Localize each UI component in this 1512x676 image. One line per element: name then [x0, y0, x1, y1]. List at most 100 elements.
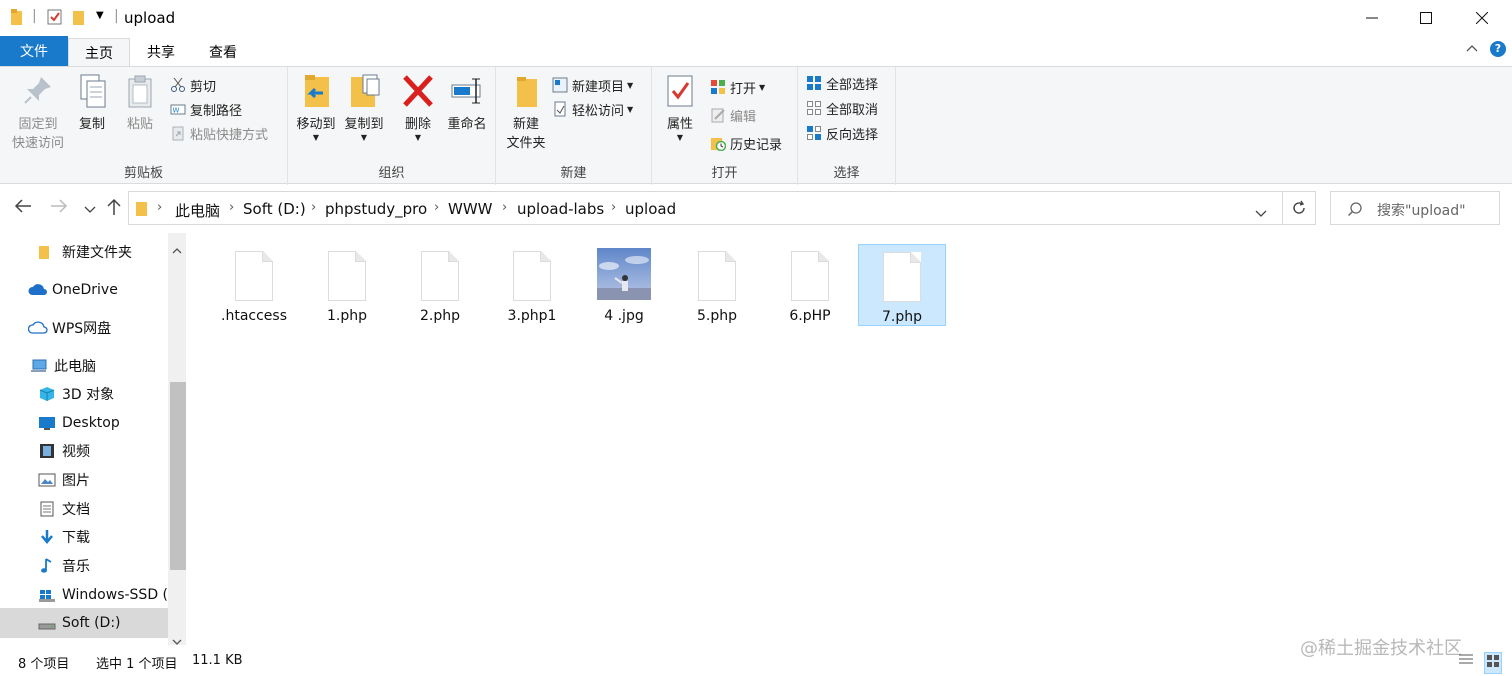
title-bar: | ▼ | upload — [0, 0, 1512, 36]
edit-button[interactable]: 编辑 — [710, 104, 756, 126]
breadcrumb-phpstudy-pro[interactable]: phpstudy_pro — [325, 200, 427, 218]
file-item[interactable]: .htaccess — [210, 244, 298, 326]
file-icon — [698, 251, 736, 301]
file-icon — [328, 251, 366, 301]
nav-item-soft-d[interactable]: Soft (D:) — [0, 608, 168, 638]
file-item[interactable]: 2.php — [396, 244, 484, 326]
nav-item-windows-ssd[interactable]: Windows-SSD ( — [38, 582, 168, 608]
file-item[interactable]: 5.php — [673, 244, 761, 326]
rename-button[interactable]: 重命名 — [442, 73, 492, 134]
separator: | — [114, 8, 119, 24]
search-input[interactable]: 搜索"upload" — [1377, 200, 1466, 220]
nav-item-pictures[interactable]: 图片 — [38, 467, 90, 493]
breadcrumb-soft-d[interactable]: Soft (D:) — [243, 200, 306, 218]
move-to-button[interactable]: 移动到 ▼ — [292, 73, 340, 142]
edit-icon — [710, 107, 726, 123]
history-button[interactable]: 历史记录 — [710, 132, 782, 154]
breadcrumb-separator-icon[interactable]: › — [502, 200, 507, 215]
nav-item-new-folder[interactable]: 新建文件夹 — [38, 239, 132, 265]
breadcrumb-separator-icon[interactable]: › — [311, 200, 316, 215]
copy-path-button[interactable]: W 复制路径 — [170, 98, 242, 120]
cube-3d-icon — [38, 386, 56, 402]
delete-button[interactable]: 删除 ▼ — [396, 73, 440, 142]
collapse-ribbon-icon[interactable] — [1466, 42, 1478, 57]
nav-item-documents[interactable]: 文档 — [38, 496, 90, 522]
item-count: 8 个项目 — [18, 657, 70, 672]
separator: | — [32, 8, 37, 24]
open-icon — [710, 79, 726, 95]
file-item[interactable]: 6.pHP — [766, 244, 854, 326]
nav-item-3d-objects[interactable]: 3D 对象 — [38, 381, 114, 407]
file-item-selected[interactable]: 7.php — [858, 244, 946, 326]
details-view-icon[interactable] — [1458, 652, 1474, 672]
breadcrumb-upload-labs[interactable]: upload-labs — [517, 200, 604, 218]
breadcrumb-separator-icon[interactable]: › — [434, 200, 439, 215]
easy-access-button[interactable]: 轻松访问 ▼ — [552, 98, 633, 120]
window-title: upload — [124, 9, 176, 27]
file-item[interactable]: 4 .jpg — [580, 244, 668, 326]
properties-button[interactable]: 属性 ▼ — [658, 73, 702, 142]
back-arrow-icon[interactable] — [14, 198, 32, 219]
file-item[interactable]: 1.php — [303, 244, 391, 326]
paste-button[interactable]: 粘贴 — [118, 73, 162, 134]
large-icons-view-icon[interactable] — [1484, 652, 1502, 674]
folder-icon — [38, 244, 56, 260]
chevron-down-icon: ▼ — [759, 82, 766, 92]
breadcrumb-www[interactable]: WWW — [448, 200, 493, 218]
breadcrumb-separator-icon[interactable]: › — [157, 200, 162, 215]
select-all-button[interactable]: 全部选择 — [806, 72, 878, 94]
tab-view[interactable]: 查看 — [192, 38, 254, 66]
breadcrumb-separator-icon[interactable]: › — [229, 200, 234, 215]
scroll-up-chevron-icon[interactable] — [172, 240, 182, 259]
maximize-button[interactable] — [1399, 0, 1453, 36]
properties-quick-icon[interactable] — [46, 8, 64, 30]
rename-icon — [450, 73, 484, 109]
selection-size: 11.1 KB — [192, 653, 243, 668]
chevron-down-icon: ▼ — [414, 133, 422, 142]
nav-item-videos[interactable]: 视频 — [38, 438, 90, 464]
quick-access-dropdown-icon[interactable]: ▼ — [96, 10, 104, 21]
breadcrumb-this-pc[interactable]: 此电脑 — [175, 200, 220, 221]
tab-home[interactable]: 主页 — [68, 38, 130, 67]
new-item-icon — [552, 77, 568, 93]
refresh-button[interactable] — [1283, 191, 1316, 225]
breadcrumb-upload[interactable]: upload — [625, 200, 676, 218]
cut-button[interactable]: 剪切 — [170, 74, 216, 96]
up-arrow-icon[interactable] — [106, 198, 122, 221]
forward-arrow-icon[interactable] — [50, 198, 68, 219]
new-folder-button[interactable]: 新建 文件夹 — [500, 73, 552, 153]
nav-item-music[interactable]: 音乐 — [38, 553, 90, 579]
new-folder-quick-icon[interactable] — [72, 8, 86, 30]
tab-file[interactable]: 文件 — [0, 36, 68, 66]
nav-item-onedrive[interactable]: OneDrive — [28, 277, 118, 303]
open-button[interactable]: 打开 ▼ — [710, 76, 765, 98]
chevron-down-icon: ▼ — [676, 133, 684, 142]
tab-share[interactable]: 共享 — [130, 38, 192, 66]
breadcrumb-separator-icon[interactable]: › — [611, 200, 616, 215]
scrollbar-thumb[interactable] — [170, 382, 186, 570]
nav-item-downloads[interactable]: 下载 — [38, 524, 90, 550]
new-item-button[interactable]: 新建项目 ▼ — [552, 74, 633, 96]
address-bar[interactable]: › 此电脑 › Soft (D:) › phpstudy_pro › WWW ›… — [128, 191, 1283, 225]
delete-icon — [401, 73, 435, 109]
copy-to-button[interactable]: 复制到 ▼ — [340, 73, 388, 142]
invert-selection-button[interactable]: 反向选择 — [806, 122, 878, 144]
select-none-button[interactable]: 全部取消 — [806, 97, 878, 119]
address-history-chevron-icon[interactable] — [1255, 204, 1267, 223]
file-item[interactable]: 3.php1 — [488, 244, 576, 326]
search-box[interactable]: 搜索"upload" — [1330, 191, 1500, 225]
select-none-icon — [806, 100, 822, 116]
minimize-button[interactable] — [1345, 0, 1399, 36]
windows-drive-icon — [38, 587, 56, 603]
pin-quick-access-button[interactable]: 固定到 快速访问 — [8, 73, 68, 153]
nav-item-wps-cloud[interactable]: WPS网盘 — [27, 315, 111, 341]
copy-button[interactable]: 复制 — [70, 73, 114, 134]
nav-item-desktop[interactable]: Desktop — [38, 410, 120, 436]
file-icon — [421, 251, 459, 301]
easy-access-icon — [552, 101, 568, 117]
recent-locations-chevron-icon[interactable] — [84, 200, 96, 220]
paste-shortcut-button[interactable]: 粘贴快捷方式 — [170, 122, 268, 144]
help-icon[interactable]: ? — [1490, 41, 1506, 57]
nav-item-this-pc[interactable]: 此电脑 — [30, 353, 96, 379]
close-button[interactable] — [1455, 0, 1509, 36]
